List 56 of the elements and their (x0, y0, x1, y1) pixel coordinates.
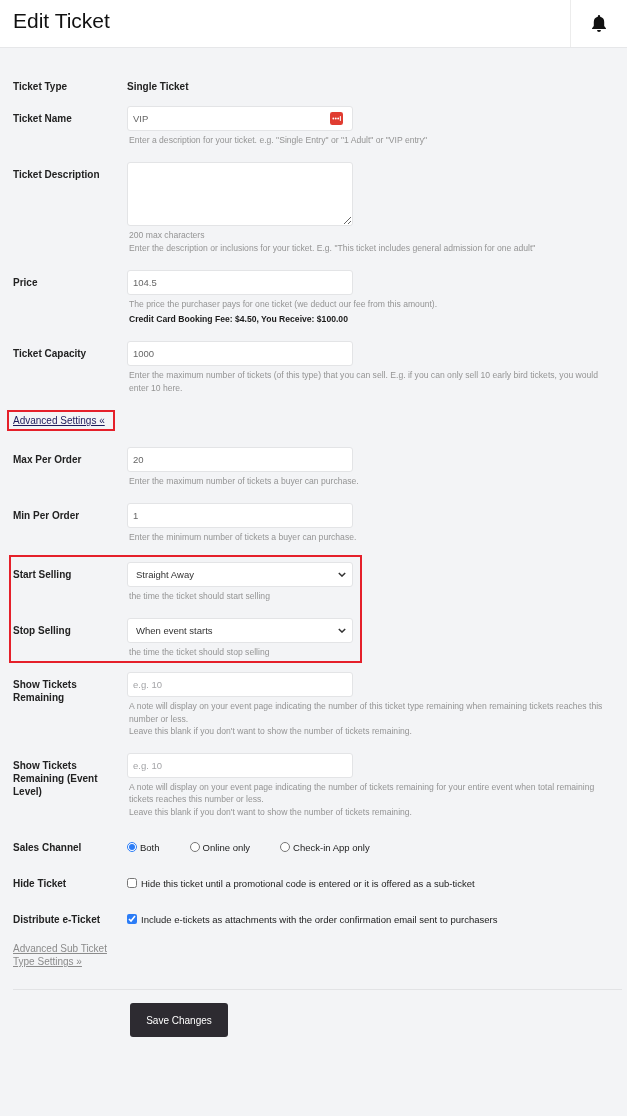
field-label: Price (13, 275, 39, 289)
field-label: Stop Selling (13, 623, 72, 637)
field-label: Start Selling (13, 567, 73, 581)
input-field[interactable]: VIP (127, 106, 353, 131)
help-text: A note will display on your event page indicating the number of tickets remaining for your entire event when total remaining tickets reaches this number or less. (128, 781, 596, 806)
page-title: Edit Ticket (12, 8, 111, 34)
chevron-down-icon (338, 627, 346, 633)
help-text: The price the purchaser pays for one ticket (we deduct our fee from this amount). (128, 297, 439, 311)
radio-button[interactable] (280, 842, 291, 853)
help-text: Leave this blank if you don't want to show the number of tickets remaining. (128, 805, 413, 819)
field-label: Ticket Name (13, 112, 73, 125)
option-label[interactable]: Online only (202, 840, 251, 854)
help-text: the time the ticket should stop selling (128, 645, 271, 659)
input-field[interactable]: e.g. 10 (127, 672, 353, 698)
field-value: Single Ticket (127, 80, 190, 94)
input-field[interactable]: e.g. 10 (127, 753, 353, 779)
textarea-field[interactable] (127, 162, 353, 227)
help-text: Enter the minimum number of tickets a buyer can purchase. (128, 531, 358, 544)
field-label: Sales Channel (13, 840, 83, 854)
option-label[interactable]: Check-in App only (293, 840, 370, 854)
help-text: Enter the maximum number of tickets a buyer can purchase. (128, 475, 360, 488)
input-field[interactable]: 1000 (127, 341, 353, 367)
select-field[interactable]: When event starts (127, 617, 353, 643)
field-label: Hide Ticket (13, 876, 68, 890)
field-label: Min Per Order (13, 509, 81, 523)
field-label: Show Tickets Remaining (Event Level) (13, 759, 99, 799)
help-text: Enter a description for your ticket. e.g. "Single Entry" or "1 Adult" or "VIP entry" (128, 134, 429, 147)
fee-note: Credit Card Booking Fee: $4.50, You Receive: $100.00 (128, 313, 349, 326)
field-label: Ticket Capacity (13, 347, 88, 361)
help-text: 200 max characters (128, 229, 206, 242)
radio-button[interactable] (127, 842, 137, 853)
input-field[interactable]: 1 (127, 503, 353, 529)
help-text: Leave this blank if you don't want to show the number of tickets remaining. (128, 724, 413, 738)
field-label: Ticket Type (13, 80, 69, 93)
checkbox-label[interactable]: Hide this ticket until a promotional code is entered or it is offered as a sub-ticket (141, 876, 475, 890)
checkbox[interactable] (127, 878, 137, 889)
radio-button[interactable] (189, 842, 200, 853)
input-field[interactable]: 20 (127, 447, 353, 473)
select-field[interactable]: Straight Away (127, 561, 353, 587)
save-button[interactable]: Save Changes (130, 1003, 228, 1038)
settings-link[interactable]: Advanced Settings « (13, 414, 105, 428)
field-label: Distribute e-Ticket (13, 912, 102, 926)
field-label: Ticket Description (13, 168, 101, 182)
chevron-down-icon (338, 571, 346, 577)
help-text: Enter the maximum number of tickets (of this type) that you can sell. E.g. if you can only sell 10 early bird tickets, you would enter 10 here. (128, 369, 600, 395)
field-label: Max Per Order (13, 453, 83, 467)
help-text: the time the ticket should start selling (128, 589, 271, 602)
checkbox-label[interactable]: Include e-tickets as attachments with the order confirmation email sent to purchasers (141, 912, 498, 926)
option-label[interactable]: Both (140, 840, 160, 854)
help-text: Enter the description or inclusions for your ticket. E.g. "This ticket includes general admission for one adult" (128, 241, 537, 254)
help-text: A note will display on your event page indicating the number of this ticket type remaining when remaining tickets reaches this number or less. (128, 700, 604, 725)
bell-icon (592, 15, 606, 32)
input-field[interactable]: 104.5 (127, 269, 353, 295)
field-label: Show Tickets Remaining (13, 678, 78, 705)
dots-icon[interactable] (330, 112, 343, 125)
checkbox[interactable] (127, 914, 137, 925)
